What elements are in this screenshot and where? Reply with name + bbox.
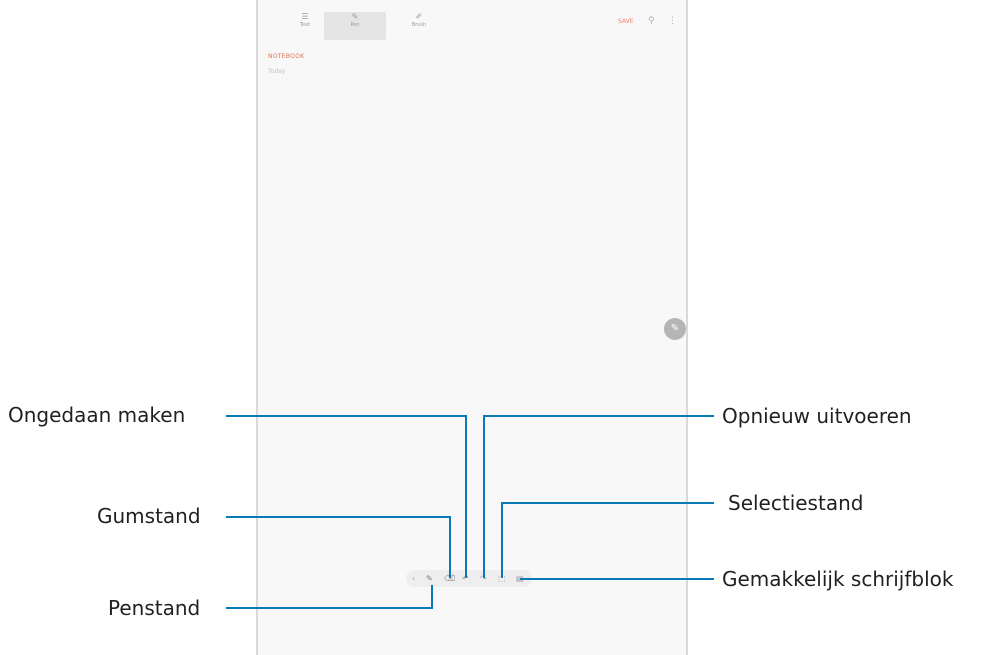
pen-icon: ✎ xyxy=(351,12,359,21)
note-title[interactable]: NOTEBOOK xyxy=(268,53,304,60)
pen-toolbar: ‹ ✎ ⌫ ↶ ↷ ⬚ ▤ xyxy=(406,570,532,587)
tab-brush[interactable]: ✐ Brush xyxy=(388,12,450,40)
undo-icon[interactable]: ↶ xyxy=(462,572,469,585)
callout-pen: Penstand xyxy=(108,596,201,620)
callout-eraser: Gumstand xyxy=(97,504,201,528)
tab-pen[interactable]: ✎ Pen xyxy=(324,12,386,40)
tab-brush-label: Brush xyxy=(411,22,427,28)
easy-writing-pad-icon[interactable]: ▤ xyxy=(516,572,524,585)
callout-selection: Selectiestand xyxy=(728,491,864,515)
note-toolbar: ☰ Text ✎ Pen ✐ Brush SAVE ⚲ ⋮ xyxy=(258,0,686,44)
pencil-icon: ✎ xyxy=(670,323,680,334)
tablet-screen: ☰ Text ✎ Pen ✐ Brush SAVE ⚲ ⋮ NOTEBOOK T… xyxy=(256,0,688,655)
save-button[interactable]: SAVE xyxy=(618,18,634,25)
attach-icon[interactable]: ⚲ xyxy=(648,16,655,26)
callout-redo: Opnieuw uitvoeren xyxy=(722,404,912,428)
note-body[interactable]: Today xyxy=(268,68,285,75)
tab-text-label: Text xyxy=(299,22,311,28)
callout-easy-writing: Gemakkelijk schrijfblok xyxy=(722,567,954,591)
tab-pen-label: Pen xyxy=(350,22,360,28)
callout-undo: Ongedaan maken xyxy=(8,403,186,427)
collapse-icon[interactable]: ‹ xyxy=(412,572,415,585)
redo-icon[interactable]: ↷ xyxy=(480,572,487,585)
selection-mode-icon[interactable]: ⬚ xyxy=(498,572,506,585)
eraser-mode-icon[interactable]: ⌫ xyxy=(444,572,455,585)
pen-mode-icon[interactable]: ✎ xyxy=(426,572,433,585)
text-icon: ☰ xyxy=(301,12,309,21)
brush-icon: ✐ xyxy=(415,12,423,21)
more-options-icon[interactable]: ⋮ xyxy=(668,16,677,26)
floating-pen-button[interactable]: ✎ xyxy=(664,318,686,340)
